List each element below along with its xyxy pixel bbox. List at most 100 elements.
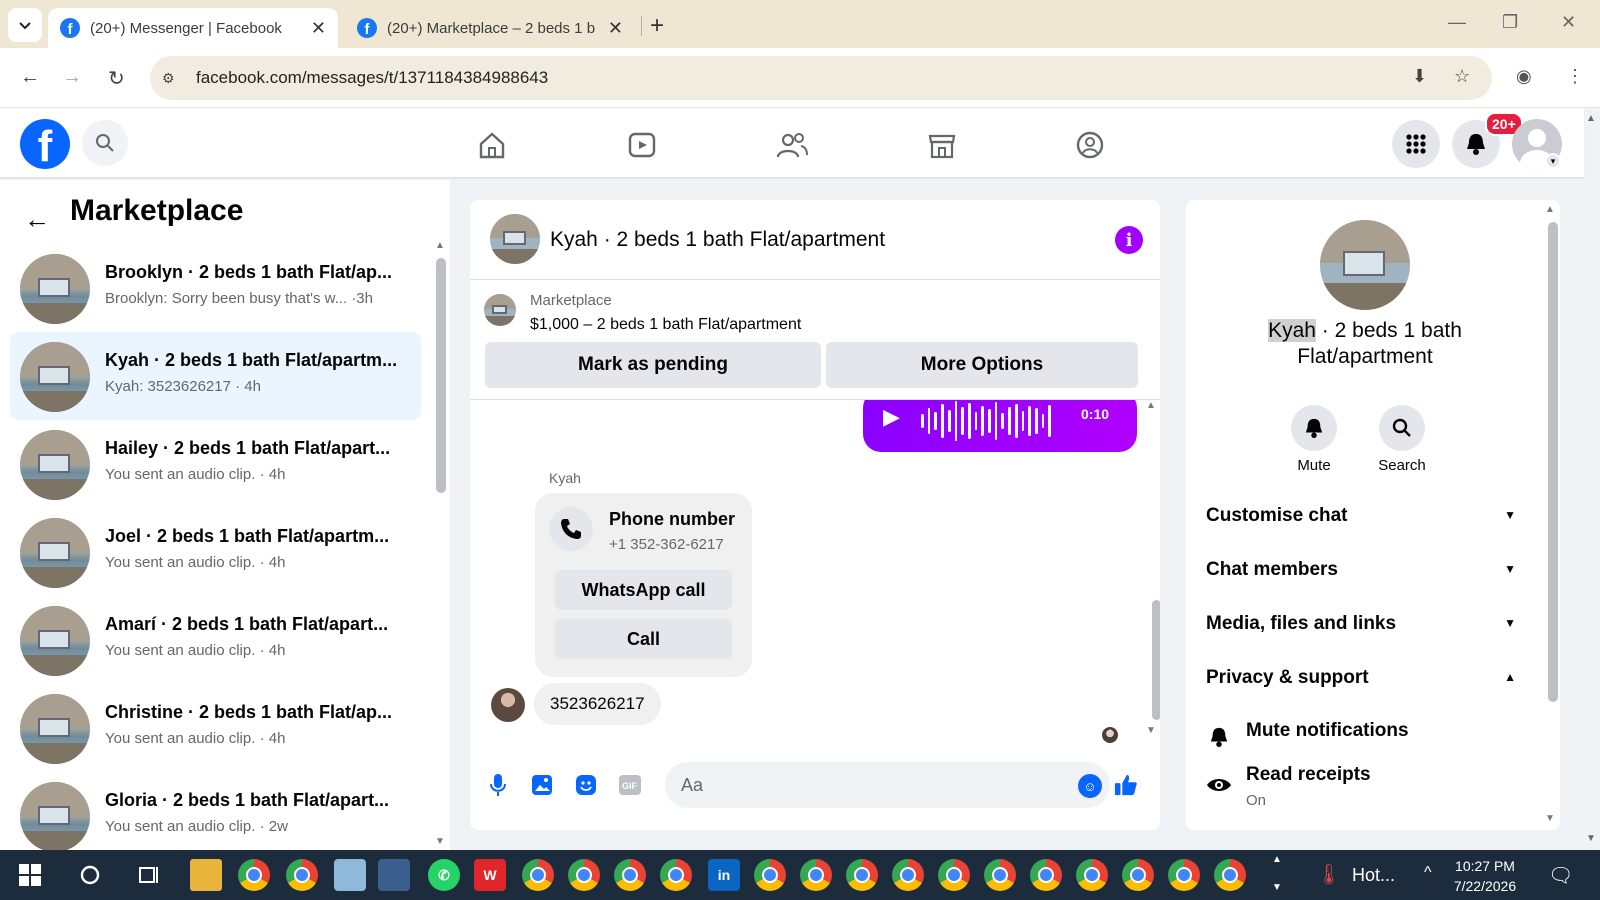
whatsapp-call-button[interactable]: WhatsApp call: [555, 570, 732, 610]
search-icon[interactable]: [82, 120, 128, 166]
chrome-profile-icon[interactable]: [1168, 859, 1200, 891]
search-in-chat-button[interactable]: Search: [1362, 405, 1442, 474]
conversation-item[interactable]: Amarí · 2 beds 1 bath Flat/apart... You …: [10, 596, 421, 684]
notification-center-icon[interactable]: 🗨: [1548, 863, 1573, 888]
chrome-profile-icon[interactable]: [1076, 859, 1108, 891]
address-bar[interactable]: ⚙ facebook.com/messages/t/13711843849886…: [150, 56, 1492, 100]
info-icon[interactable]: i: [1115, 226, 1143, 254]
wps-office-icon[interactable]: W: [474, 859, 506, 891]
whatsapp-icon[interactable]: ✆: [428, 859, 460, 891]
tab-messenger[interactable]: f (20+) Messenger | Facebook ✕: [48, 8, 338, 48]
window-close-icon[interactable]: ✕: [1561, 12, 1576, 33]
chrome-icon[interactable]: [238, 859, 270, 891]
chat-avatar[interactable]: [490, 214, 540, 264]
chrome-profile-icon[interactable]: [660, 859, 692, 891]
video-icon[interactable]: [624, 127, 660, 163]
menu-kebab-icon[interactable]: ⋮: [1566, 66, 1584, 87]
chrome-profile-icon[interactable]: [846, 859, 878, 891]
customise-chat-section[interactable]: Customise chat ▼: [1206, 496, 1526, 536]
conversation-item-selected[interactable]: Kyah · 2 beds 1 bath Flat/apartm... Kyah…: [10, 332, 421, 420]
scroll-down-arrow-icon[interactable]: ▼: [1146, 725, 1156, 736]
privacy-support-section[interactable]: Privacy & support ▲: [1206, 658, 1526, 698]
mute-notifications-item[interactable]: Mute notifications: [1206, 720, 1526, 754]
back-arrow-icon[interactable]: ←: [24, 204, 50, 235]
tab-search-button[interactable]: [8, 8, 42, 42]
file-explorer-icon[interactable]: [190, 859, 222, 891]
marketplace-icon[interactable]: [924, 127, 960, 163]
chrome-profile-icon[interactable]: [1030, 859, 1062, 891]
chrome-profile-icon[interactable]: [1214, 859, 1246, 891]
photo-icon[interactable]: [530, 773, 554, 797]
chrome-profile-icon[interactable]: [286, 859, 318, 891]
chrome-profile-icon[interactable]: [984, 859, 1016, 891]
microphone-icon[interactable]: [486, 773, 510, 797]
chevron-up-icon[interactable]: ^: [1424, 864, 1432, 882]
profile-icon[interactable]: ◉: [1516, 66, 1532, 87]
taskbar-scroll-up-icon[interactable]: ▲: [1272, 854, 1282, 865]
conversation-item[interactable]: Brooklyn · 2 beds 1 bath Flat/ap... Broo…: [10, 244, 421, 332]
restore-icon[interactable]: ❐: [1502, 12, 1518, 33]
search-circle-icon[interactable]: [74, 859, 106, 891]
taskbar-scroll-down-icon[interactable]: ▼: [1272, 882, 1282, 893]
message-input[interactable]: [665, 762, 1110, 808]
chrome-profile-icon[interactable]: [754, 859, 786, 891]
chat-info-scrollbar[interactable]: [1548, 222, 1558, 702]
chrome-profile-icon[interactable]: [938, 859, 970, 891]
close-icon[interactable]: ✕: [608, 18, 623, 39]
emoji-icon[interactable]: ☺: [1078, 774, 1102, 798]
scroll-up-arrow-icon[interactable]: ▲: [435, 240, 445, 251]
close-icon[interactable]: ✕: [311, 18, 326, 39]
chrome-icon[interactable]: [568, 859, 600, 891]
install-app-icon[interactable]: ⬇: [1412, 66, 1427, 87]
sticker-icon[interactable]: [574, 773, 598, 797]
back-arrow-icon[interactable]: ←: [20, 66, 40, 89]
notes-app-icon[interactable]: [334, 859, 366, 891]
media-files-links-section[interactable]: Media, files and links ▼: [1206, 604, 1526, 644]
scroll-up-arrow-icon[interactable]: ▲: [1545, 204, 1555, 215]
friends-icon[interactable]: [774, 127, 810, 163]
bookmark-star-icon[interactable]: ☆: [1454, 66, 1470, 87]
chat-members-section[interactable]: Chat members ▼: [1206, 550, 1526, 590]
chat-title[interactable]: Kyah · 2 beds 1 bath Flat/apartment: [550, 228, 885, 252]
conversation-item[interactable]: Joel · 2 beds 1 bath Flat/apartm... You …: [10, 508, 421, 596]
read-receipts-item[interactable]: Read receipts On: [1206, 764, 1526, 820]
facebook-logo[interactable]: f: [20, 119, 70, 169]
windows-start-icon[interactable]: [14, 859, 46, 891]
scroll-down-arrow-icon[interactable]: ▼: [435, 836, 445, 847]
menu-grid-icon[interactable]: [1392, 120, 1440, 168]
conversation-item[interactable]: Christine · 2 beds 1 bath Flat/ap... You…: [10, 684, 421, 772]
linkedin-icon[interactable]: in: [708, 859, 740, 891]
like-thumbs-up-icon[interactable]: [1114, 773, 1138, 797]
scroll-up-arrow-icon[interactable]: ▲: [1146, 400, 1156, 411]
message-bubble[interactable]: 3523626217: [534, 683, 661, 725]
minimize-icon[interactable]: —: [1448, 12, 1466, 33]
more-options-button[interactable]: More Options: [826, 342, 1138, 388]
reload-icon[interactable]: ↻: [108, 66, 125, 91]
home-icon[interactable]: [474, 127, 510, 163]
message-thread-scrollbar[interactable]: [1152, 600, 1160, 720]
call-button[interactable]: Call: [555, 619, 732, 659]
snipping-tool-icon[interactable]: [378, 859, 410, 891]
listing-price-title[interactable]: $1,000 – 2 beds 1 bath Flat/apartment: [530, 316, 801, 334]
play-icon[interactable]: ▶: [883, 404, 900, 430]
chrome-profile-icon[interactable]: [1122, 859, 1154, 891]
page-scroll-down-arrow-icon[interactable]: ▼: [1586, 833, 1596, 844]
chat-info-avatar[interactable]: [1320, 220, 1410, 310]
mark-as-pending-button[interactable]: Mark as pending: [485, 342, 821, 388]
weather-text[interactable]: Hot...: [1352, 865, 1395, 886]
conversation-item[interactable]: Gloria · 2 beds 1 bath Flat/apart... You…: [10, 772, 421, 860]
sender-avatar[interactable]: [491, 688, 525, 722]
chevron-down-icon[interactable]: ▾: [1545, 153, 1561, 169]
chrome-profile-icon[interactable]: [892, 859, 924, 891]
listing-thumbnail[interactable]: [484, 294, 516, 326]
task-view-icon[interactable]: [134, 859, 166, 891]
tab-marketplace[interactable]: f (20+) Marketplace – 2 beds 1 b ✕: [345, 8, 635, 48]
conversation-item[interactable]: Hailey · 2 beds 1 bath Flat/apart... You…: [10, 420, 421, 508]
conversation-list-scrollbar[interactable]: [436, 258, 446, 493]
forward-arrow-icon[interactable]: →: [62, 66, 82, 89]
gaming-icon[interactable]: [1072, 127, 1108, 163]
audio-clip-message[interactable]: ▶ 0:10: [863, 400, 1137, 452]
mute-button[interactable]: Mute: [1274, 405, 1354, 474]
chrome-profile-icon[interactable]: [614, 859, 646, 891]
system-clock[interactable]: 10:27 PM 7/22/2026: [1440, 856, 1530, 896]
